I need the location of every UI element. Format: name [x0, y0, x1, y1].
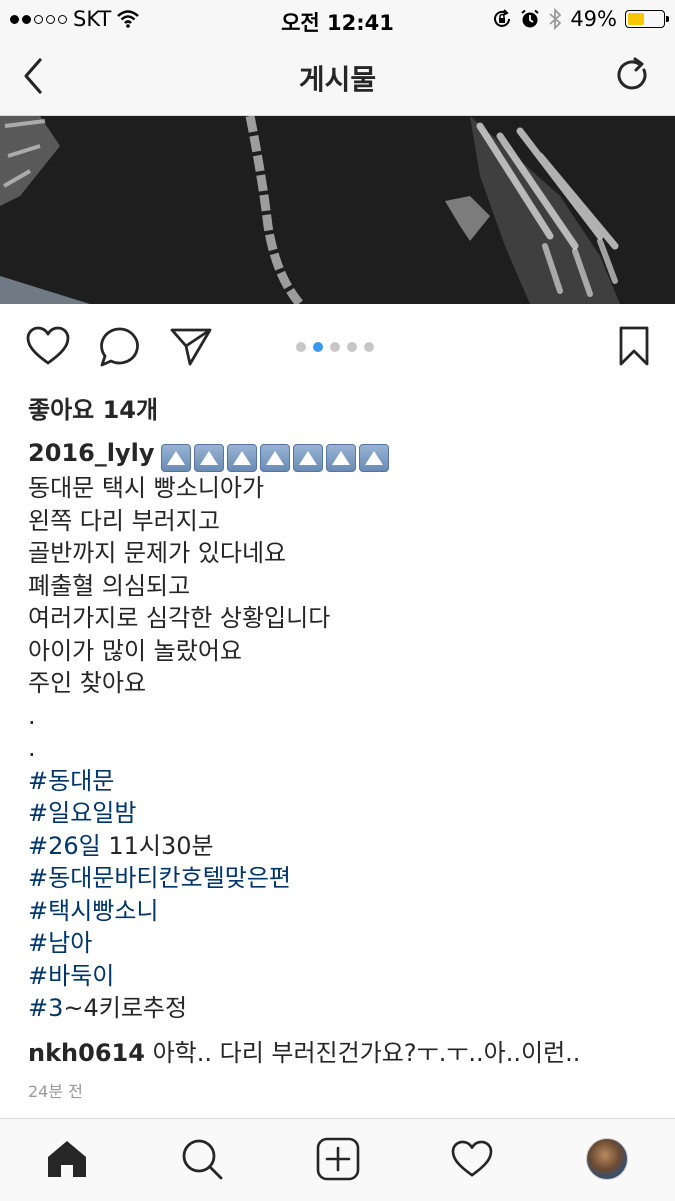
hashtag-line: #남아 — [28, 927, 648, 960]
hashtag-link[interactable]: #택시빵소니 — [28, 897, 159, 925]
hashtag-link[interactable]: #동대문바티칸호텔맞은편 — [28, 864, 291, 892]
hashtag-link[interactable]: #3 — [28, 994, 63, 1022]
hashtag-line: #동대문바티칸호텔맞은편 — [28, 862, 648, 895]
carousel-dot — [313, 342, 323, 352]
caption-username[interactable]: 2016_lyly — [28, 439, 155, 467]
carousel-dot — [364, 342, 374, 352]
caption-line: . — [28, 701, 36, 730]
alarm-icon — [521, 9, 539, 28]
share-icon — [170, 328, 212, 366]
caption-header: 2016_lyly — [28, 437, 648, 472]
hashtag-line: #동대문 — [28, 765, 648, 798]
battery-icon — [625, 10, 669, 28]
bluetooth-icon — [549, 8, 562, 30]
likes-count[interactable]: 좋아요 14개 — [28, 390, 158, 425]
tab-add[interactable] — [316, 1137, 360, 1185]
up-arrow-emoji-icon — [226, 444, 257, 472]
post-photo[interactable] — [0, 116, 675, 304]
comment-username[interactable]: nkh0614 — [28, 1039, 145, 1067]
post-caption: 2016_lyly 동대문 택시 빵소니아가왼쪽 다리 부러지고골반까지 문제가… — [28, 437, 648, 1025]
hashtag-line: #바둑이 — [28, 960, 648, 993]
caption-line: 여러가지로 심각한 상황입니다 — [28, 604, 331, 632]
caption-hashtags: #동대문 #일요일밤 #26일 11시30분 #동대문바티칸호텔맞은편 #택시빵소니 #남… — [28, 765, 648, 1025]
caption-body: 동대문 택시 빵소니아가왼쪽 다리 부러지고골반까지 문제가 있다네요폐출혈 의… — [28, 472, 648, 765]
hashtag-line: #일요일밤 — [28, 797, 648, 830]
nav-bar: 게시물 — [0, 38, 675, 116]
up-arrow-emoji-row — [160, 444, 389, 472]
comment-button[interactable] — [99, 326, 141, 372]
up-arrow-emoji-icon — [160, 444, 191, 472]
profile-avatar — [586, 1138, 628, 1180]
status-right: 49% — [492, 7, 669, 31]
carousel-indicator — [296, 342, 374, 352]
action-bar — [0, 318, 675, 378]
like-button[interactable] — [26, 326, 70, 370]
up-arrow-emoji-icon — [193, 444, 224, 472]
search-icon — [182, 1139, 223, 1180]
share-button[interactable] — [170, 326, 212, 372]
xray-image — [0, 116, 675, 304]
heart-icon — [26, 326, 70, 365]
hashtag-link[interactable]: #남아 — [28, 929, 92, 957]
caption-line: 주인 찾아요 — [28, 669, 147, 697]
hashtag-link[interactable]: #일요일밤 — [28, 799, 136, 827]
up-arrow-emoji-icon — [292, 444, 323, 472]
hashtag-link[interactable]: #26일 — [28, 832, 101, 860]
hashtag-line: #26일 11시30분 — [28, 830, 648, 863]
comment-row: nkh0614 아학.. 다리 부러진건가요?ㅜ.ㅜ..아..이런.. — [28, 1033, 580, 1068]
up-arrow-emoji-icon — [325, 444, 356, 472]
home-icon — [48, 1141, 86, 1177]
hashtag-line: #3~4키로추정 — [28, 992, 648, 1025]
add-icon — [316, 1137, 360, 1181]
caption-line: . — [28, 734, 36, 762]
tab-activity[interactable] — [451, 1140, 493, 1182]
hashtag-link[interactable]: #바둑이 — [28, 962, 114, 990]
hashtag-suffix: 11시30분 — [100, 831, 214, 860]
carousel-dot — [347, 342, 357, 352]
hashtag-link[interactable]: #동대문 — [28, 767, 114, 795]
status-bar: SKT 오전 12:41 49% — [0, 0, 675, 38]
refresh-icon — [617, 57, 647, 90]
battery-percent: 49% — [570, 7, 617, 31]
caption-line: 아이가 많이 놀랐어요 — [28, 636, 242, 665]
rotation-lock-icon — [494, 9, 511, 27]
tab-profile[interactable] — [586, 1138, 628, 1180]
hashtag-suffix: ~4키로추정 — [63, 994, 188, 1022]
caption-line: 왼쪽 다리 부러지고 — [28, 506, 220, 535]
caption-line: 동대문 택시 빵소니아가 — [28, 474, 265, 502]
tab-bar — [0, 1118, 675, 1201]
up-arrow-emoji-icon — [259, 444, 290, 472]
up-arrow-emoji-icon — [358, 444, 389, 472]
carousel-dot — [296, 342, 306, 352]
hashtag-line: #택시빵소니 — [28, 895, 648, 928]
comment-text: 아학.. 다리 부러진건가요?ㅜ.ㅜ..아..이런.. — [144, 1039, 581, 1067]
activity-heart-icon — [451, 1140, 493, 1177]
caption-line: 폐출혈 의심되고 — [28, 571, 191, 600]
bookmark-icon — [619, 326, 649, 366]
comment-icon — [100, 327, 139, 367]
carousel-dot — [330, 342, 340, 352]
caption-line: 골반까지 문제가 있다네요 — [28, 539, 287, 567]
tab-search[interactable] — [181, 1138, 223, 1184]
tab-home[interactable] — [46, 1139, 88, 1183]
page-title: 게시물 — [298, 63, 377, 96]
refresh-button[interactable] — [615, 56, 651, 98]
bookmark-button[interactable] — [618, 326, 650, 370]
post-timestamp: 24분 전 — [28, 1082, 83, 1101]
